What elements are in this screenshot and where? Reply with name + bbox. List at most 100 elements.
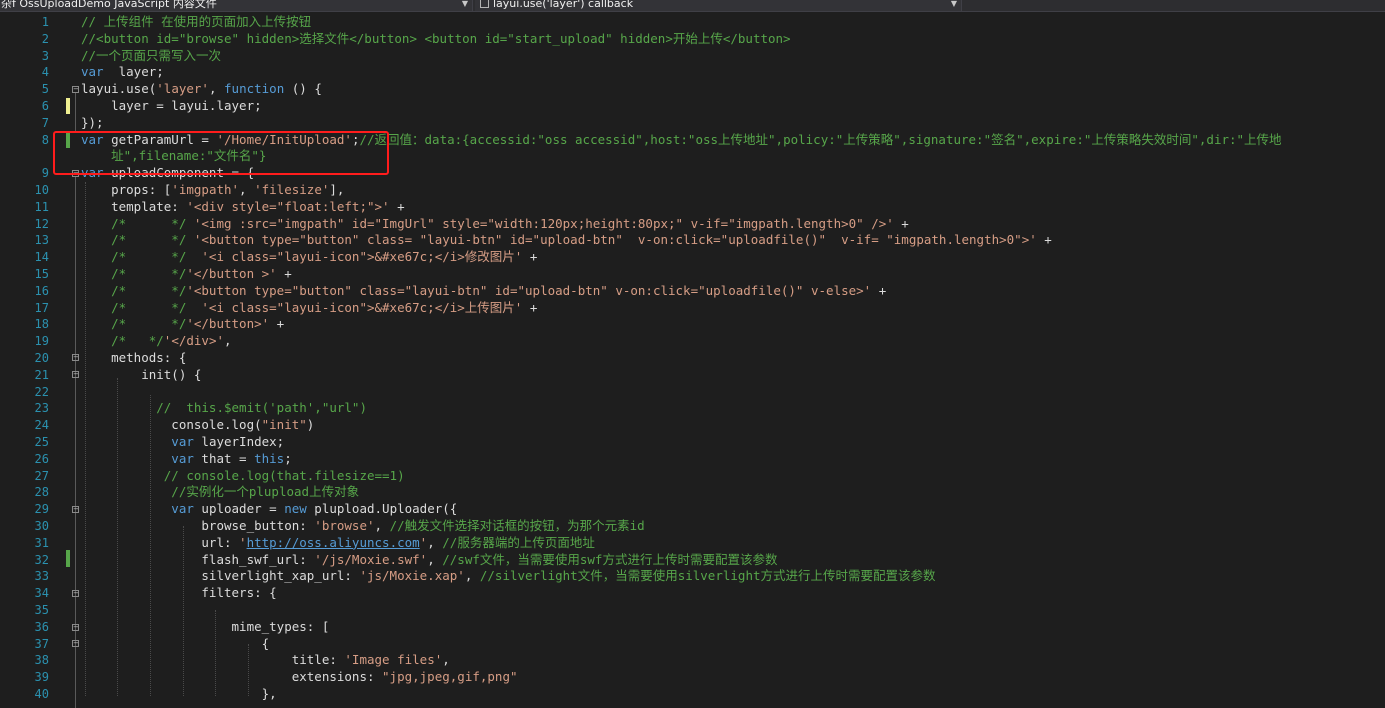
line-number: 35 <box>34 603 49 617</box>
line-number: 39 <box>34 670 49 685</box>
code-line[interactable]: 2 //<button id="browse" hidden>选择文件</butt… <box>0 31 1385 48</box>
code-line[interactable]: 4 var layer; <box>0 64 1385 81</box>
code-token: ; <box>284 450 292 466</box>
line-number: 13 <box>34 233 49 248</box>
code-line[interactable]: 17 /* */ '<i class="layui-icon">&#xe67c;… <box>0 300 1385 317</box>
code-text: template: '<div style="float:left;">' + <box>81 199 405 216</box>
line-number: 9 <box>41 166 49 181</box>
code-token: , <box>464 568 480 584</box>
code-token: + <box>276 266 292 281</box>
code-token: uploader = <box>193 501 285 517</box>
member-dropdown[interactable]: layui.use('layer') callback ▼ <box>475 0 962 11</box>
code-token: //一个页面只需写入一次 <box>81 47 222 63</box>
code-text: /* */ '<i class="layui-icon">&#xe67c;</i… <box>81 300 537 317</box>
code-text: console.log("init") <box>81 417 314 434</box>
code-token: //服务器端的上传页面地址 <box>442 534 595 550</box>
code-line[interactable]: 3 //一个页面只需写入一次 <box>0 48 1385 65</box>
code-token: /* */ <box>81 333 164 349</box>
code-line[interactable]: 20 methods: { <box>0 350 1385 367</box>
code-line[interactable]: 24 console.log("init") <box>0 417 1385 434</box>
line-number: 33 <box>34 569 49 584</box>
code-token: "jpg,jpeg,gif,png" <box>382 669 518 685</box>
code-line[interactable]: 15 /* */'</button >' + <box>0 266 1385 283</box>
code-token: + <box>389 198 405 214</box>
code-text: init() { <box>81 367 201 384</box>
code-token: http://oss.aliyuncs.com <box>246 534 420 550</box>
code-line[interactable]: 23 // this.$emit('path',"url") <box>0 400 1385 417</box>
code-editor[interactable]: − − − − − − − − 1// 上传组件 在使用的页面加入上传按钮 2//… <box>0 12 1385 708</box>
code-text: /* */ '<img :src="imgpath" id="ImgUrl" s… <box>81 216 909 233</box>
code-token: that = <box>193 450 255 466</box>
code-token: //触发文件选择对话框的按钮，为那个元素id <box>389 518 645 533</box>
code-token: function <box>224 81 285 97</box>
line-number: 5 <box>41 82 49 97</box>
code-token: init() { <box>81 366 202 382</box>
line-number: 16 <box>34 283 49 298</box>
code-line[interactable]: 25 var layerIndex; <box>0 434 1385 451</box>
code-line[interactable]: 12 /* */ '<img :src="imgpath" id="ImgUrl… <box>0 216 1385 233</box>
code-line[interactable]: 27 // console.log(that.filesize==1) <box>0 468 1385 485</box>
code-line[interactable]: 36 mime_types: [ <box>0 619 1385 636</box>
code-line[interactable]: 40 }, <box>0 686 1385 703</box>
code-text: title: 'Image files', <box>81 652 450 669</box>
code-text: //实例化一个plupload上传对象 <box>81 484 359 501</box>
code-token: // 上传组件 在使用的页面加入上传按钮 <box>81 14 312 29</box>
code-line[interactable]: 37 { <box>0 636 1385 653</box>
line-number: 28 <box>34 485 49 500</box>
code-token: this <box>254 450 285 466</box>
code-line[interactable]: 33 silverlight_xap_url: 'js/Moxie.xap', … <box>0 568 1385 585</box>
project-dropdown[interactable]: 杂f OssUploadDemo JavaScript 内容文件 ▼ <box>0 0 473 11</box>
code-token: 'layer' <box>156 81 209 97</box>
code-text: mime_types: [ <box>81 619 330 636</box>
line-number: 25 <box>34 435 49 449</box>
code-line[interactable]: 38 title: 'Image files', <box>0 652 1385 669</box>
line-number: 34 <box>34 586 49 601</box>
code-line[interactable]: 22 <box>0 384 1385 401</box>
project-dropdown-label: 杂f OssUploadDemo JavaScript 内容文件 <box>1 0 217 10</box>
code-token: //实例化一个plupload上传对象 <box>81 484 360 500</box>
code-token: url: <box>81 534 240 550</box>
code-text: /* */ '<i class="layui-icon">&#xe67c;</i… <box>81 249 537 266</box>
code-line[interactable]: 35 <box>0 602 1385 619</box>
code-text: // 上传组件 在使用的页面加入上传按钮 <box>81 14 311 31</box>
code-line[interactable]: 6 layer = layui.layer; <box>0 98 1385 115</box>
code-token: ) <box>306 417 315 433</box>
code-text: filters: { <box>81 585 277 602</box>
code-token: filters: { <box>81 585 277 601</box>
code-token: '</div>' <box>163 333 225 349</box>
code-token: 'Image files' <box>344 652 443 668</box>
code-line[interactable]: 7}); <box>0 115 1385 132</box>
code-line[interactable]: 1 // 上传组件 在使用的页面加入上传按钮 <box>0 14 1385 31</box>
code-line[interactable]: 19 /* */'</div>', <box>0 333 1385 350</box>
line-number: 30 <box>34 519 49 533</box>
code-token: + <box>871 282 887 298</box>
code-line[interactable]: 31 url: 'http://oss.aliyuncs.com', //服务器… <box>0 535 1385 552</box>
code-line[interactable]: 29 var uploader = new plupload.Uploader(… <box>0 501 1385 518</box>
code-line[interactable]: 10 props: ['imgpath', 'filesize'], <box>0 182 1385 199</box>
code-line[interactable]: 39 extensions: "jpg,jpeg,gif,png" <box>0 669 1385 686</box>
code-line[interactable]: 18 /* */'</button>' + <box>0 316 1385 333</box>
code-line[interactable]: 14 /* */ '<i class="layui-icon">&#xe67c;… <box>0 249 1385 266</box>
code-text: silverlight_xap_url: 'js/Moxie.xap', //s… <box>81 568 936 585</box>
code-line[interactable]: 21 init() { <box>0 367 1385 384</box>
code-line[interactable]: 13 /* */ '<button type="button" class= "… <box>0 232 1385 249</box>
code-token: var <box>81 434 194 449</box>
code-token: '<button type="button" class= "layui-btn… <box>186 232 1037 248</box>
line-number: 6 <box>41 99 49 113</box>
code-token: //silverlight文件，当需要使用silverlight方式进行上传时需… <box>479 568 936 584</box>
code-line[interactable]: 5 layui.use('layer', function () { <box>0 81 1385 98</box>
code-token: console.log( <box>81 417 262 433</box>
code-token: var <box>81 501 194 517</box>
code-line[interactable]: 30 browse_button: 'browse', //触发文件选择对话框的… <box>0 518 1385 535</box>
line-number: 8 <box>41 132 49 147</box>
code-line[interactable]: 28 //实例化一个plupload上传对象 <box>0 484 1385 501</box>
code-text: }, <box>81 686 277 703</box>
code-line[interactable]: 34 filters: { <box>0 585 1385 602</box>
code-line[interactable]: 11 template: '<div style="float:left;">'… <box>0 199 1385 216</box>
code-text: //<button id="browse" hidden>选择文件</butto… <box>81 31 791 48</box>
code-token: () { <box>284 81 322 97</box>
code-line[interactable]: 16 /* */'<button type="button" class="la… <box>0 283 1385 300</box>
code-line[interactable]: 26 var that = this; <box>0 451 1385 468</box>
code-line[interactable]: 32 flash_swf_url: '/js/Moxie.swf', //swf… <box>0 552 1385 569</box>
code-text: var layerIndex; <box>81 434 284 451</box>
